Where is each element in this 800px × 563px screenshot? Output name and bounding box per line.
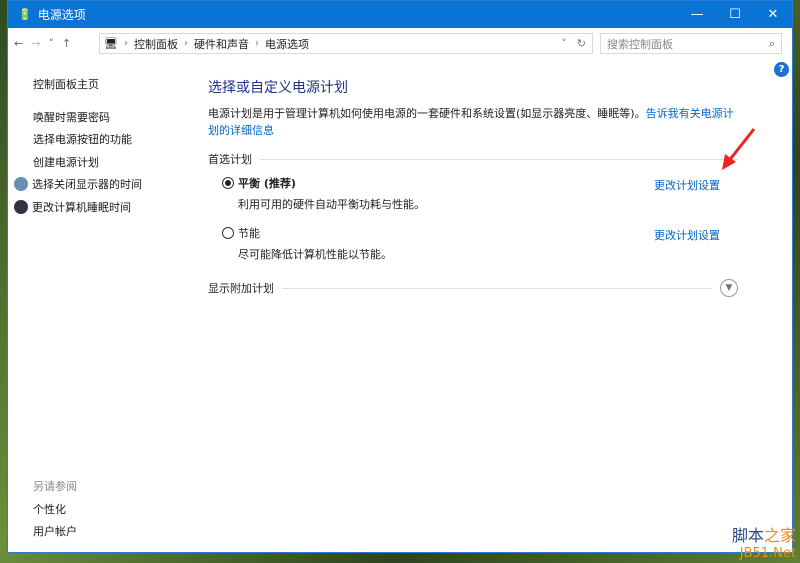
refresh-button[interactable]: ↻ [577, 37, 586, 50]
sidebar-create-plan[interactable]: 创建电源计划 [33, 151, 142, 174]
control-panel-icon: 🖥 [104, 37, 118, 50]
recent-locations-button[interactable]: ˅ [48, 37, 54, 50]
plan-balanced: 平衡 (推荐) 利用可用的硬件自动平衡功耗与性能。 更改计划设置 [208, 175, 738, 215]
description: 电源计划是用于管理计算机如何使用电源的一套硬件和系统设置(如显示器亮度、睡眠等)… [208, 107, 646, 120]
sidebar-power-button[interactable]: 选择电源按钮的功能 [33, 128, 142, 151]
window-title: 电源选项 [37, 8, 86, 22]
main-content: 选择或自定义电源计划 电源计划是用于管理计算机如何使用电源的一套硬件和系统设置(… [208, 77, 738, 297]
forward-button[interactable]: → [31, 37, 40, 50]
search-icon[interactable]: ⌕ [769, 37, 775, 51]
radio-power-saver[interactable] [222, 227, 234, 239]
watermark: 脚本之家 JB51.Net [731, 526, 796, 561]
change-plan-settings-link[interactable]: 更改计划设置 [654, 227, 720, 243]
see-also: 另请参阅 个性化 用户帐户 [33, 475, 77, 543]
link-user-accounts[interactable]: 用户帐户 [33, 520, 77, 543]
monitor-icon [14, 177, 28, 192]
up-button[interactable]: ↑ [62, 37, 71, 50]
power-icon: 🔋 [18, 8, 32, 21]
link-personalization[interactable]: 个性化 [33, 498, 77, 521]
breadcrumb-power-options[interactable]: 电源选项 [265, 36, 309, 52]
breadcrumb-hardware-sound[interactable]: 硬件和声音 [194, 36, 249, 52]
sidebar-sleep-time[interactable]: 更改计算机睡眠时间 [14, 196, 142, 219]
search-input[interactable]: 搜索控制面板 ⌕ [600, 33, 782, 54]
radio-balanced[interactable] [222, 177, 234, 189]
preferred-plans-group: 首选计划 [208, 151, 738, 167]
breadcrumb-control-panel[interactable]: 控制面板 [134, 36, 178, 52]
see-also-label: 另请参阅 [33, 480, 77, 494]
moon-icon [14, 199, 28, 214]
annotation-arrow-icon [722, 128, 756, 170]
sidebar-home[interactable]: 控制面板主页 [33, 73, 142, 96]
help-icon[interactable]: ? [774, 62, 789, 77]
change-plan-settings-link[interactable]: 更改计划设置 [654, 177, 720, 193]
address-dropdown-button[interactable]: ˅ [561, 37, 567, 50]
chevron-down-icon[interactable]: ▼ [720, 279, 738, 297]
sidebar-display-off[interactable]: 选择关闭显示器的时间 [14, 173, 142, 196]
sidebar-wake-password[interactable]: 唤醒时需要密码 [33, 106, 142, 129]
back-button[interactable]: ← [14, 37, 23, 50]
address-bar[interactable]: 🖥 › 控制面板 › 硬件和声音 › 电源选项 ˅ ↻ [99, 33, 593, 54]
power-options-window: 🔋 电源选项 — ☐ ✕ ← → ˅ ↑ 🖥 › 控制面板 › 硬件和声音 › … [7, 0, 793, 553]
plan-power-saver: 节能 尽可能降低计算机性能以节能。 更改计划设置 [208, 225, 738, 265]
show-additional-plans[interactable]: 显示附加计划 ▼ [208, 279, 738, 297]
sidebar: 控制面板主页 唤醒时需要密码 选择电源按钮的功能 创建电源计划 选择关闭显示器的… [14, 73, 142, 219]
close-button[interactable]: ✕ [754, 1, 792, 28]
minimize-button[interactable]: — [678, 1, 716, 28]
page-title: 选择或自定义电源计划 [208, 80, 348, 96]
maximize-button[interactable]: ☐ [716, 1, 754, 28]
title-bar: 🔋 电源选项 — ☐ ✕ [8, 1, 792, 28]
